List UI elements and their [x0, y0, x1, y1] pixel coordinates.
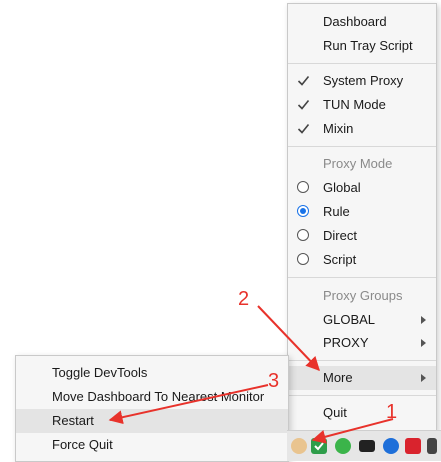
menu-separator [288, 63, 436, 64]
menu-item-run-tray-script[interactable]: Run Tray Script [288, 34, 436, 58]
tray-context-menu: Dashboard Run Tray Script System Proxy T… [287, 3, 437, 432]
annotation-label-2: 2 [238, 288, 249, 310]
wechat-icon[interactable] [335, 438, 351, 454]
system-tray [287, 430, 441, 461]
menu-item-label: Dashboard [323, 14, 387, 29]
radio-unselected-icon [297, 181, 309, 193]
menu-section-label: Proxy Mode [323, 156, 393, 171]
menu-item-mode-script[interactable]: Script [288, 248, 436, 272]
security-icon[interactable] [383, 438, 399, 454]
menu-item-mode-global[interactable]: Global [288, 176, 436, 200]
menu-item-system-proxy[interactable]: System Proxy [288, 69, 436, 93]
clash-cat-icon[interactable] [291, 438, 307, 454]
menu-separator [288, 360, 436, 361]
menu-item-dashboard[interactable]: Dashboard [288, 10, 436, 34]
menu-item-label: GLOBAL [323, 312, 376, 327]
youdao-icon[interactable] [405, 438, 421, 454]
menu-item-toggle-devtools[interactable]: Toggle DevTools [16, 361, 288, 385]
menu-item-label: Run Tray Script [323, 38, 413, 53]
menu-item-label: Mixin [323, 121, 354, 136]
menu-item-label: Direct [323, 228, 357, 243]
menu-item-more[interactable]: More [288, 366, 436, 390]
menu-item-label: TUN Mode [323, 97, 386, 112]
menu-item-mixin[interactable]: Mixin [288, 117, 436, 141]
menu-item-label: More [323, 370, 353, 385]
menu-item-force-quit[interactable]: Force Quit [16, 433, 288, 457]
menu-item-move-dashboard[interactable]: Move Dashboard To Nearest Monitor [16, 385, 288, 409]
radio-selected-icon [297, 205, 309, 217]
proxy-mode-header: Proxy Mode [288, 152, 436, 176]
chevron-right-icon [421, 339, 426, 347]
menu-item-mode-direct[interactable]: Direct [288, 224, 436, 248]
chevron-right-icon [421, 374, 426, 382]
menu-item-restart[interactable]: Restart [16, 409, 288, 433]
menu-item-tun-mode[interactable]: TUN Mode [288, 93, 436, 117]
menu-item-label: Move Dashboard To Nearest Monitor [52, 389, 265, 404]
volume-icon[interactable] [427, 438, 437, 454]
menu-section-label: Proxy Groups [323, 288, 403, 303]
menu-separator [288, 146, 436, 147]
menu-item-label: System Proxy [323, 73, 404, 88]
more-submenu: Toggle DevTools Move Dashboard To Neares… [15, 355, 289, 462]
menu-item-label: Script [323, 252, 357, 267]
checkmark-icon [297, 123, 310, 134]
menu-item-label: Restart [52, 413, 94, 428]
menu-item-label: PROXY [323, 335, 369, 350]
menu-item-label: Quit [323, 405, 347, 420]
checkmark-icon [297, 99, 310, 110]
radio-unselected-icon [297, 229, 309, 241]
menu-separator [288, 277, 436, 278]
radio-unselected-icon [297, 253, 309, 265]
menu-item-mode-rule[interactable]: Rule [288, 200, 436, 224]
menu-item-group-global[interactable]: GLOBAL [288, 308, 436, 332]
menu-item-label: Toggle DevTools [52, 365, 148, 380]
menu-item-label: Rule [323, 204, 350, 219]
shield-check-icon[interactable] [311, 438, 327, 454]
menu-separator [288, 395, 436, 396]
proxy-groups-header: Proxy Groups [288, 284, 436, 308]
menu-item-group-proxy[interactable]: PROXY [288, 331, 436, 355]
checkmark-icon [297, 75, 310, 86]
menu-item-label: Global [323, 180, 361, 195]
battery-icon[interactable] [359, 440, 375, 452]
menu-item-quit[interactable]: Quit [288, 401, 436, 425]
chevron-right-icon [421, 316, 426, 324]
menu-item-label: Force Quit [52, 437, 113, 452]
